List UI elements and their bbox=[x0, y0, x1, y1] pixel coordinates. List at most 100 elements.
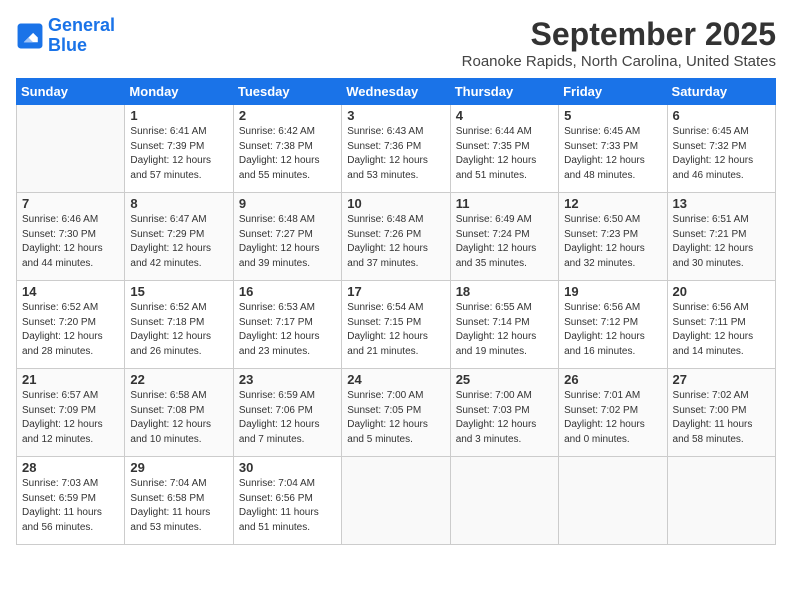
day-number: 25 bbox=[456, 372, 553, 387]
day-info: Sunrise: 6:45 AMSunset: 7:33 PMDaylight:… bbox=[564, 125, 661, 183]
day-cell: 8 Sunrise: 6:47 AMSunset: 7:29 PMDaylight… bbox=[125, 193, 233, 281]
day-cell: 16 Sunrise: 6:53 AMSunset: 7:17 PMDayligh… bbox=[233, 281, 341, 369]
day-cell: 14 Sunrise: 6:52 AMSunset: 7:20 PMDayligh… bbox=[17, 281, 125, 369]
day-number: 29 bbox=[130, 460, 227, 475]
page-header: General Blue September 2025 Roanoke Rapi… bbox=[16, 16, 776, 70]
day-cell: 5 Sunrise: 6:45 AMSunset: 7:33 PMDaylight… bbox=[559, 105, 667, 193]
week-row-4: 21Sunrise: 6:57 AMSunset: 7:09 PMDayligh… bbox=[17, 369, 776, 457]
day-cell bbox=[559, 457, 667, 545]
day-info: Sunrise: 6:54 AMSunset: 7:15 PMDaylight:… bbox=[347, 301, 444, 359]
day-info: Sunrise: 7:04 AMSunset: 6:56 PMDaylight:… bbox=[239, 477, 336, 535]
day-cell: 25 Sunrise: 7:00 AMSunset: 7:03 PMDayligh… bbox=[450, 369, 558, 457]
day-cell: 2 Sunrise: 6:42 AMSunset: 7:38 PMDaylight… bbox=[233, 105, 341, 193]
day-cell: 30Sunrise: 7:04 AMSunset: 6:56 PMDayligh… bbox=[233, 457, 341, 545]
logo-blue: Blue bbox=[48, 35, 87, 55]
day-cell: 13Sunrise: 6:51 AMSunset: 7:21 PMDayligh… bbox=[667, 193, 775, 281]
logo-icon bbox=[16, 22, 44, 50]
day-number: 3 bbox=[347, 108, 444, 123]
day-info: Sunrise: 6:42 AMSunset: 7:38 PMDaylight:… bbox=[239, 125, 336, 183]
day-info: Sunrise: 6:43 AMSunset: 7:36 PMDaylight:… bbox=[347, 125, 444, 183]
day-cell: 12 Sunrise: 6:50 AMSunset: 7:23 PMDayligh… bbox=[559, 193, 667, 281]
day-number: 1 bbox=[130, 108, 227, 123]
day-number: 21 bbox=[22, 372, 119, 387]
day-info: Sunrise: 6:55 AMSunset: 7:14 PMDaylight:… bbox=[456, 301, 553, 359]
day-info: Sunrise: 7:01 AMSunset: 7:02 PMDaylight:… bbox=[564, 389, 661, 447]
week-row-3: 14 Sunrise: 6:52 AMSunset: 7:20 PMDayligh… bbox=[17, 281, 776, 369]
day-number: 14 bbox=[22, 284, 119, 299]
weekday-header-monday: Monday bbox=[125, 79, 233, 105]
day-cell: 27 Sunrise: 7:02 AMSunset: 7:00 PMDayligh… bbox=[667, 369, 775, 457]
day-info: Sunrise: 6:46 AMSunset: 7:30 PMDaylight:… bbox=[22, 213, 119, 271]
day-info: Sunrise: 6:53 AMSunset: 7:17 PMDaylight:… bbox=[239, 301, 336, 359]
day-cell: 3 Sunrise: 6:43 AMSunset: 7:36 PMDaylight… bbox=[342, 105, 450, 193]
day-number: 17 bbox=[347, 284, 444, 299]
logo-text: General Blue bbox=[48, 16, 115, 56]
day-cell bbox=[342, 457, 450, 545]
day-cell: 26 Sunrise: 7:01 AMSunset: 7:02 PMDayligh… bbox=[559, 369, 667, 457]
day-cell: 10Sunrise: 6:48 AMSunset: 7:26 PMDayligh… bbox=[342, 193, 450, 281]
day-cell bbox=[17, 105, 125, 193]
day-info: Sunrise: 7:03 AMSunset: 6:59 PMDaylight:… bbox=[22, 477, 119, 535]
day-cell: 22Sunrise: 6:58 AMSunset: 7:08 PMDayligh… bbox=[125, 369, 233, 457]
day-cell: 4Sunrise: 6:44 AMSunset: 7:35 PMDaylight… bbox=[450, 105, 558, 193]
weekday-header-thursday: Thursday bbox=[450, 79, 558, 105]
day-cell: 28 Sunrise: 7:03 AMSunset: 6:59 PMDayligh… bbox=[17, 457, 125, 545]
day-info: Sunrise: 6:45 AMSunset: 7:32 PMDaylight:… bbox=[673, 125, 770, 183]
day-info: Sunrise: 6:48 AMSunset: 7:27 PMDaylight:… bbox=[239, 213, 336, 271]
logo: General Blue bbox=[16, 16, 115, 56]
day-number: 23 bbox=[239, 372, 336, 387]
day-number: 8 bbox=[130, 196, 227, 211]
day-info: Sunrise: 7:00 AMSunset: 7:05 PMDaylight:… bbox=[347, 389, 444, 447]
day-info: Sunrise: 6:52 AMSunset: 7:18 PMDaylight:… bbox=[130, 301, 227, 359]
day-number: 19 bbox=[564, 284, 661, 299]
title-block: September 2025 Roanoke Rapids, North Car… bbox=[462, 16, 776, 70]
day-number: 15 bbox=[130, 284, 227, 299]
day-info: Sunrise: 7:00 AMSunset: 7:03 PMDaylight:… bbox=[456, 389, 553, 447]
day-number: 5 bbox=[564, 108, 661, 123]
day-info: Sunrise: 6:49 AMSunset: 7:24 PMDaylight:… bbox=[456, 213, 553, 271]
day-info: Sunrise: 6:41 AMSunset: 7:39 PMDaylight:… bbox=[130, 125, 227, 183]
day-number: 28 bbox=[22, 460, 119, 475]
day-number: 2 bbox=[239, 108, 336, 123]
day-cell bbox=[667, 457, 775, 545]
day-info: Sunrise: 6:58 AMSunset: 7:08 PMDaylight:… bbox=[130, 389, 227, 447]
day-number: 10 bbox=[347, 196, 444, 211]
weekday-header-saturday: Saturday bbox=[667, 79, 775, 105]
week-row-5: 28 Sunrise: 7:03 AMSunset: 6:59 PMDayligh… bbox=[17, 457, 776, 545]
day-cell: 1 Sunrise: 6:41 AMSunset: 7:39 PMDaylight… bbox=[125, 105, 233, 193]
weekday-header-sunday: Sunday bbox=[17, 79, 125, 105]
logo-general: General bbox=[48, 15, 115, 35]
month-title: September 2025 bbox=[462, 16, 776, 53]
day-number: 16 bbox=[239, 284, 336, 299]
day-number: 13 bbox=[673, 196, 770, 211]
location: Roanoke Rapids, North Carolina, United S… bbox=[462, 53, 776, 70]
day-cell: 23 Sunrise: 6:59 AMSunset: 7:06 PMDayligh… bbox=[233, 369, 341, 457]
day-cell: 19 Sunrise: 6:56 AMSunset: 7:12 PMDayligh… bbox=[559, 281, 667, 369]
day-info: Sunrise: 6:56 AMSunset: 7:12 PMDaylight:… bbox=[564, 301, 661, 359]
weekday-header-row: SundayMondayTuesdayWednesdayThursdayFrid… bbox=[17, 79, 776, 105]
day-info: Sunrise: 6:50 AMSunset: 7:23 PMDaylight:… bbox=[564, 213, 661, 271]
day-number: 12 bbox=[564, 196, 661, 211]
day-info: Sunrise: 6:59 AMSunset: 7:06 PMDaylight:… bbox=[239, 389, 336, 447]
day-cell: 20Sunrise: 6:56 AMSunset: 7:11 PMDayligh… bbox=[667, 281, 775, 369]
day-number: 24 bbox=[347, 372, 444, 387]
day-cell bbox=[450, 457, 558, 545]
day-cell: 6 Sunrise: 6:45 AMSunset: 7:32 PMDaylight… bbox=[667, 105, 775, 193]
day-cell: 18Sunrise: 6:55 AMSunset: 7:14 PMDayligh… bbox=[450, 281, 558, 369]
day-info: Sunrise: 7:02 AMSunset: 7:00 PMDaylight:… bbox=[673, 389, 770, 447]
day-cell: 29Sunrise: 7:04 AMSunset: 6:58 PMDayligh… bbox=[125, 457, 233, 545]
day-info: Sunrise: 6:44 AMSunset: 7:35 PMDaylight:… bbox=[456, 125, 553, 183]
day-info: Sunrise: 6:52 AMSunset: 7:20 PMDaylight:… bbox=[22, 301, 119, 359]
day-number: 26 bbox=[564, 372, 661, 387]
day-cell: 17 Sunrise: 6:54 AMSunset: 7:15 PMDayligh… bbox=[342, 281, 450, 369]
day-info: Sunrise: 6:47 AMSunset: 7:29 PMDaylight:… bbox=[130, 213, 227, 271]
day-number: 6 bbox=[673, 108, 770, 123]
weekday-header-friday: Friday bbox=[559, 79, 667, 105]
week-row-1: 1 Sunrise: 6:41 AMSunset: 7:39 PMDaylight… bbox=[17, 105, 776, 193]
day-number: 11 bbox=[456, 196, 553, 211]
day-cell: 9 Sunrise: 6:48 AMSunset: 7:27 PMDaylight… bbox=[233, 193, 341, 281]
day-number: 27 bbox=[673, 372, 770, 387]
weekday-header-tuesday: Tuesday bbox=[233, 79, 341, 105]
day-cell: 24 Sunrise: 7:00 AMSunset: 7:05 PMDayligh… bbox=[342, 369, 450, 457]
day-number: 9 bbox=[239, 196, 336, 211]
